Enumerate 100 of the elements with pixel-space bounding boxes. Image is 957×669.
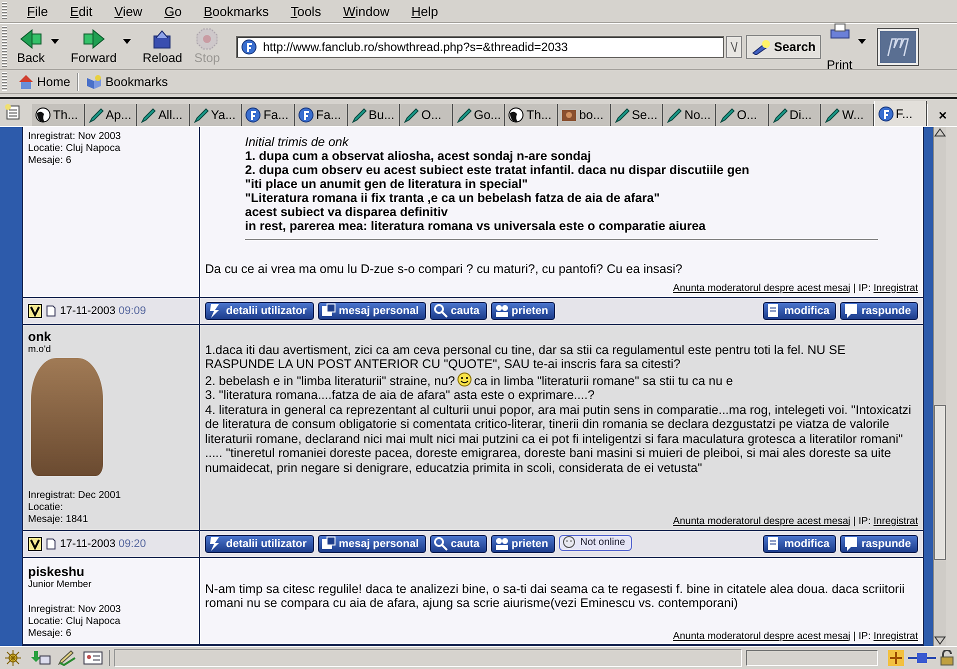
- report-link[interactable]: Anunta moderatorul despre acest mesaj: [673, 516, 850, 526]
- address-bar[interactable]: http://www.fanclub.ro/showthread.php?s=&threadid=2033: [236, 36, 724, 58]
- post-text: Da cu ce ai vrea ma omu lu D-zue s-o compari ? cu maturi?, cu pantofi? Cu ea insasi?: [205, 262, 682, 276]
- new-tab-icon[interactable]: [4, 103, 22, 121]
- dropdown-caret-icon[interactable]: [858, 39, 866, 44]
- browser-tab[interactable]: Fa...: [295, 104, 348, 126]
- profile-button[interactable]: detalii utilizator: [205, 302, 314, 320]
- reply-button[interactable]: raspunde: [840, 302, 918, 320]
- menu-item[interactable]: File: [25, 2, 50, 20]
- menu-item[interactable]: Tools: [288, 2, 324, 20]
- user-info: Inregistrat: Nov 2003: [28, 131, 122, 143]
- quote-line: in rest, parerea mea: literatura romana vs universala este o comparatie aiurea: [245, 219, 707, 233]
- forward-button[interactable]: Forward: [64, 26, 137, 67]
- browser-tab[interactable]: Ya...: [190, 104, 242, 126]
- url-field[interactable]: http://www.fanclub.ro/showthread.php?s=&threadid=2033: [262, 40, 719, 54]
- user-info: Mesaje: 6: [28, 628, 72, 640]
- dropdown-caret-icon[interactable]: [122, 39, 131, 44]
- search-button[interactable]: Search: [746, 34, 821, 58]
- reload-button[interactable]: Reload: [136, 26, 188, 67]
- pen-icon: [456, 107, 472, 123]
- report-link[interactable]: Anunta moderatorul despre acest mesaj: [673, 282, 850, 294]
- scrollbar[interactable]: [933, 127, 946, 646]
- ip-link[interactable]: Inregistrat: [874, 282, 918, 294]
- download-icon[interactable]: [29, 650, 51, 666]
- scroll-up-icon[interactable]: [934, 127, 946, 137]
- user-info: Inregistrat: Nov 2003: [28, 604, 122, 616]
- sparkle-icon[interactable]: [3, 650, 23, 666]
- menu-item[interactable]: Bookmarks: [202, 2, 271, 20]
- user-rank: m.o'd: [28, 344, 52, 354]
- bookmarks-button[interactable]: Bookmarks: [83, 74, 171, 90]
- browser-tab[interactable]: Th...: [505, 104, 558, 126]
- browser-tab[interactable]: O...: [716, 104, 769, 126]
- friend-button[interactable]: prieten: [490, 302, 556, 320]
- menu-item[interactable]: View: [112, 2, 144, 20]
- pages-icon: [320, 536, 336, 551]
- scroll-down-icon[interactable]: [934, 636, 946, 646]
- browser-tab[interactable]: bo...: [558, 104, 611, 126]
- browser-tab[interactable]: Se...: [610, 104, 664, 126]
- report-link[interactable]: Anunta moderatorul despre acest mesaj: [673, 630, 850, 642]
- ip-link[interactable]: Inregistrat: [874, 516, 918, 526]
- menu-item[interactable]: Edit: [68, 2, 94, 20]
- friend-button[interactable]: prieten: [490, 534, 556, 552]
- globe-icon: [508, 107, 524, 123]
- post-time: 09:20: [118, 538, 146, 550]
- edit-button[interactable]: modifica: [763, 302, 836, 320]
- post-text: 3. "literatura romana....fatza de aia de afara" asta este o exprimare....?: [205, 388, 595, 402]
- pen-check-icon[interactable]: [57, 650, 77, 666]
- pen-icon: [350, 107, 367, 123]
- v-box-icon: [28, 304, 42, 318]
- pen-icon: [824, 107, 840, 123]
- scroll-thumb[interactable]: [934, 405, 946, 560]
- picture-icon: [561, 107, 578, 123]
- connection-plug-icon[interactable]: [908, 652, 936, 664]
- user-info: Locatie: Cluj Napoca: [28, 143, 122, 155]
- quote-line: acest subiect va disparea definitiv: [245, 205, 449, 219]
- smiley-icon: [456, 372, 472, 386]
- message-button[interactable]: mesaj personal: [318, 302, 426, 320]
- ip-link[interactable]: Inregistrat: [874, 630, 918, 642]
- browser-tab[interactable]: O...: [400, 104, 453, 126]
- browser-tab[interactable]: F...: [874, 101, 928, 126]
- padlock-icon[interactable]: [940, 650, 954, 666]
- post-text: N-am timp sa citesc regulile! daca te analizezi bine, o sa-ti dai seama ca te regasesti f. bine in citatele alea doua. daca scriitorii romani nu se compara cu aia de afara, ajung sa scrie aiurisme(vezi Eminescu vs. contemporani): [205, 582, 905, 610]
- home-button[interactable]: Home: [15, 74, 74, 90]
- search-icon: [432, 536, 448, 551]
- site-icon: [878, 106, 894, 122]
- reply-button[interactable]: raspunde: [840, 534, 918, 552]
- print-button[interactable]: Print: [820, 20, 858, 74]
- browser-tab[interactable]: Th...: [32, 104, 85, 126]
- message-button[interactable]: mesaj personal: [318, 534, 426, 552]
- pen-icon: [718, 107, 735, 123]
- browser-tab[interactable]: Ap...: [84, 104, 138, 126]
- edit-button[interactable]: modifica: [763, 534, 836, 552]
- browser-tab[interactable]: Go...: [452, 104, 506, 126]
- page-icon: [46, 304, 56, 316]
- people-icon: [494, 536, 509, 551]
- profile-button[interactable]: detalii utilizator: [205, 534, 314, 552]
- close-tab-button[interactable]: ×: [927, 104, 957, 126]
- address-card-icon[interactable]: [83, 650, 103, 666]
- browser-tab[interactable]: No...: [663, 104, 716, 126]
- user-info: Mesaje: 6: [28, 155, 72, 167]
- menu-item[interactable]: Go: [162, 2, 184, 20]
- status-button[interactable]: Not online: [559, 534, 632, 550]
- browser-tab[interactable]: Bu...: [348, 104, 400, 126]
- browser-tab[interactable]: W...: [821, 104, 874, 126]
- menu-item[interactable]: Window: [341, 2, 392, 20]
- security-warning-icon[interactable]: [888, 650, 904, 666]
- post-text: 1.daca iti dau avertisment, zici ca am ceva personal cu tine, dar sa stii ca regulamentul este pentru toti la fel. NU SE RASPUNDE LA UN POST ANTERIOR CU "QUOTE", SAU te-ai inscris fara sa citesti?: [205, 342, 846, 371]
- username[interactable]: onk: [28, 328, 194, 344]
- dropdown-caret-icon[interactable]: [50, 39, 59, 44]
- browser-tab[interactable]: All...: [137, 104, 190, 126]
- browser-tab[interactable]: Di...: [768, 104, 822, 126]
- search-button[interactable]: cauta: [430, 302, 487, 320]
- username[interactable]: piskeshu: [28, 564, 194, 578]
- post-text: 4. literatura in general ca reprezentant al culturii unui popor, ara mai putin sens in comparatie...ma rog, intelegeti voi. "Intoxicatzi de literatura de consum obligatorie si comentata critico-literar, tinerii din romania se declara dezgustatzi pe viatza de valorile literaturii romane, declarand nici mai mult nici mai putzini ca ei pot fi inteligentzi si fara maculatura grotesca a literatilor romani" ..... "tineretul romaniei doreste pacea, doreste emigrarea, doreste bani masini si muieri de pleiboi, si mai ales doreste sa uite numaidecat, prin negare si denigrare, educatzia primita in scoli, considerata de ei vetusta": [205, 402, 912, 474]
- browser-tab[interactable]: Fa...: [242, 104, 296, 126]
- user-info: Locatie:: [28, 502, 64, 514]
- search-button[interactable]: cauta: [430, 534, 487, 552]
- dropdown-button[interactable]: [726, 36, 742, 58]
- menu-item[interactable]: Help: [409, 2, 440, 20]
- back-button[interactable]: Back: [11, 26, 65, 67]
